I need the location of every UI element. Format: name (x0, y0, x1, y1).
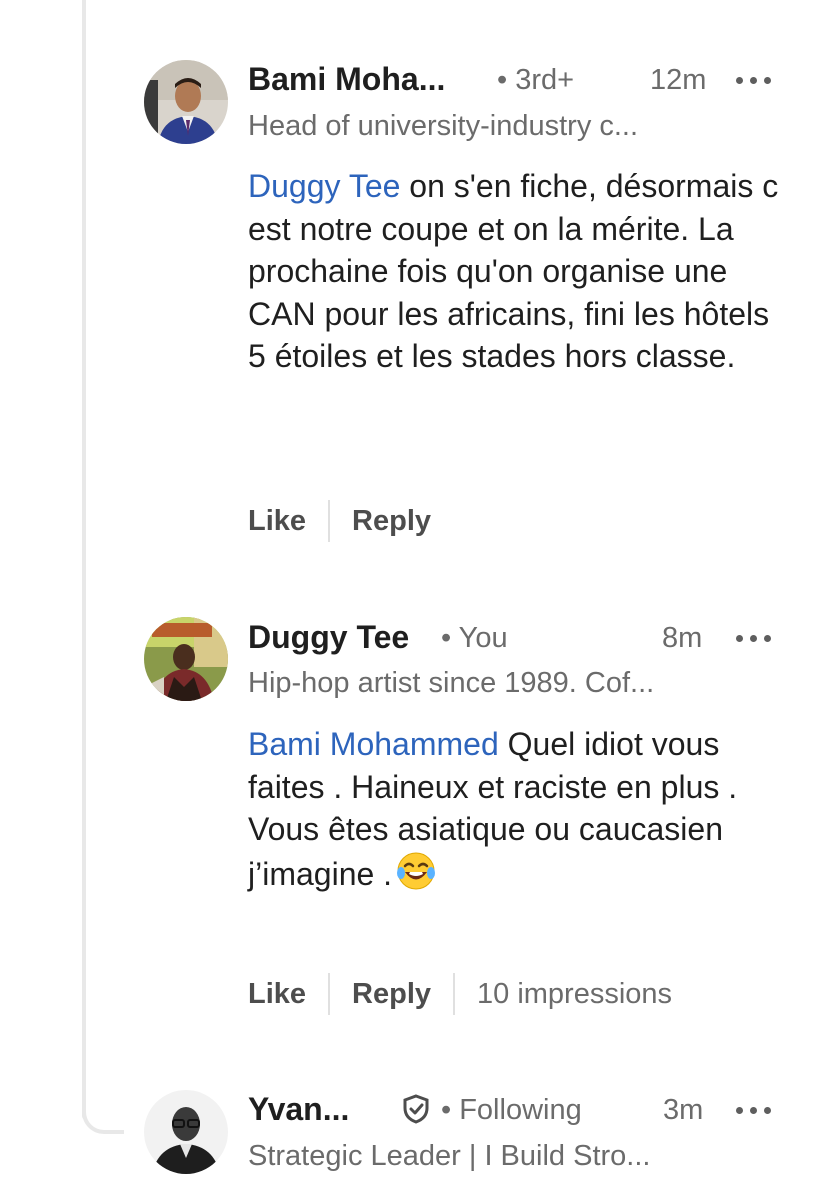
author-name[interactable]: Duggy Tee (248, 619, 409, 656)
avatar-duggy[interactable] (144, 617, 228, 701)
like-button[interactable]: Like (248, 978, 306, 1011)
like-button[interactable]: Like (248, 505, 306, 538)
author-name[interactable]: Yvan... (248, 1091, 349, 1128)
verified-shield-icon (402, 1094, 430, 1124)
reply-button[interactable]: Reply (352, 978, 431, 1011)
thread-connector (82, 1104, 124, 1134)
you-label: • You (441, 622, 508, 654)
comment-actions: Like Reply 10 impressions (248, 973, 672, 1015)
more-options-icon[interactable] (736, 632, 772, 644)
more-options-icon[interactable] (736, 74, 772, 86)
author-name[interactable]: Bami Moha... (248, 61, 445, 98)
comment-time: 12m (650, 64, 707, 96)
divider (453, 973, 456, 1015)
comment-time: 8m (662, 622, 703, 654)
connection-degree: • 3rd+ (497, 64, 575, 96)
thread-line (82, 0, 86, 1120)
impressions-count[interactable]: 10 impressions (477, 978, 672, 1011)
comment-body: Bami Mohammed Quel idiot vous faites . H… (248, 723, 788, 895)
avatar-bami[interactable] (144, 60, 228, 144)
comment-actions: Like Reply (248, 500, 431, 542)
reply-button[interactable]: Reply (352, 505, 431, 538)
avatar-yvan[interactable] (144, 1090, 228, 1174)
divider (328, 973, 331, 1015)
comment-text: Vous êtes asiatique ou caucasien j’imagi… (248, 811, 723, 892)
divider (328, 500, 331, 542)
author-headline: Strategic Leader | I Build Stro... (248, 1140, 651, 1172)
laughing-tears-emoji-icon (396, 851, 436, 891)
following-label: • Following (441, 1094, 582, 1126)
author-headline: Hip-hop artist since 1989. Cof... (248, 667, 655, 699)
more-options-icon[interactable] (736, 1104, 772, 1116)
comment-body: Duggy Tee on s'en fiche, désormais c est… (248, 165, 788, 378)
mention-link[interactable]: Duggy Tee (248, 168, 400, 204)
comment-line-1: Bami Mohammed Quel idiot vous faites . H… (248, 723, 788, 808)
comment-line-2: Vous êtes asiatique ou caucasien j’imagi… (248, 808, 788, 895)
mention-link[interactable]: Bami Mohammed (248, 726, 499, 762)
author-headline: Head of university-industry c... (248, 110, 639, 142)
comment-time: 3m (663, 1094, 704, 1126)
